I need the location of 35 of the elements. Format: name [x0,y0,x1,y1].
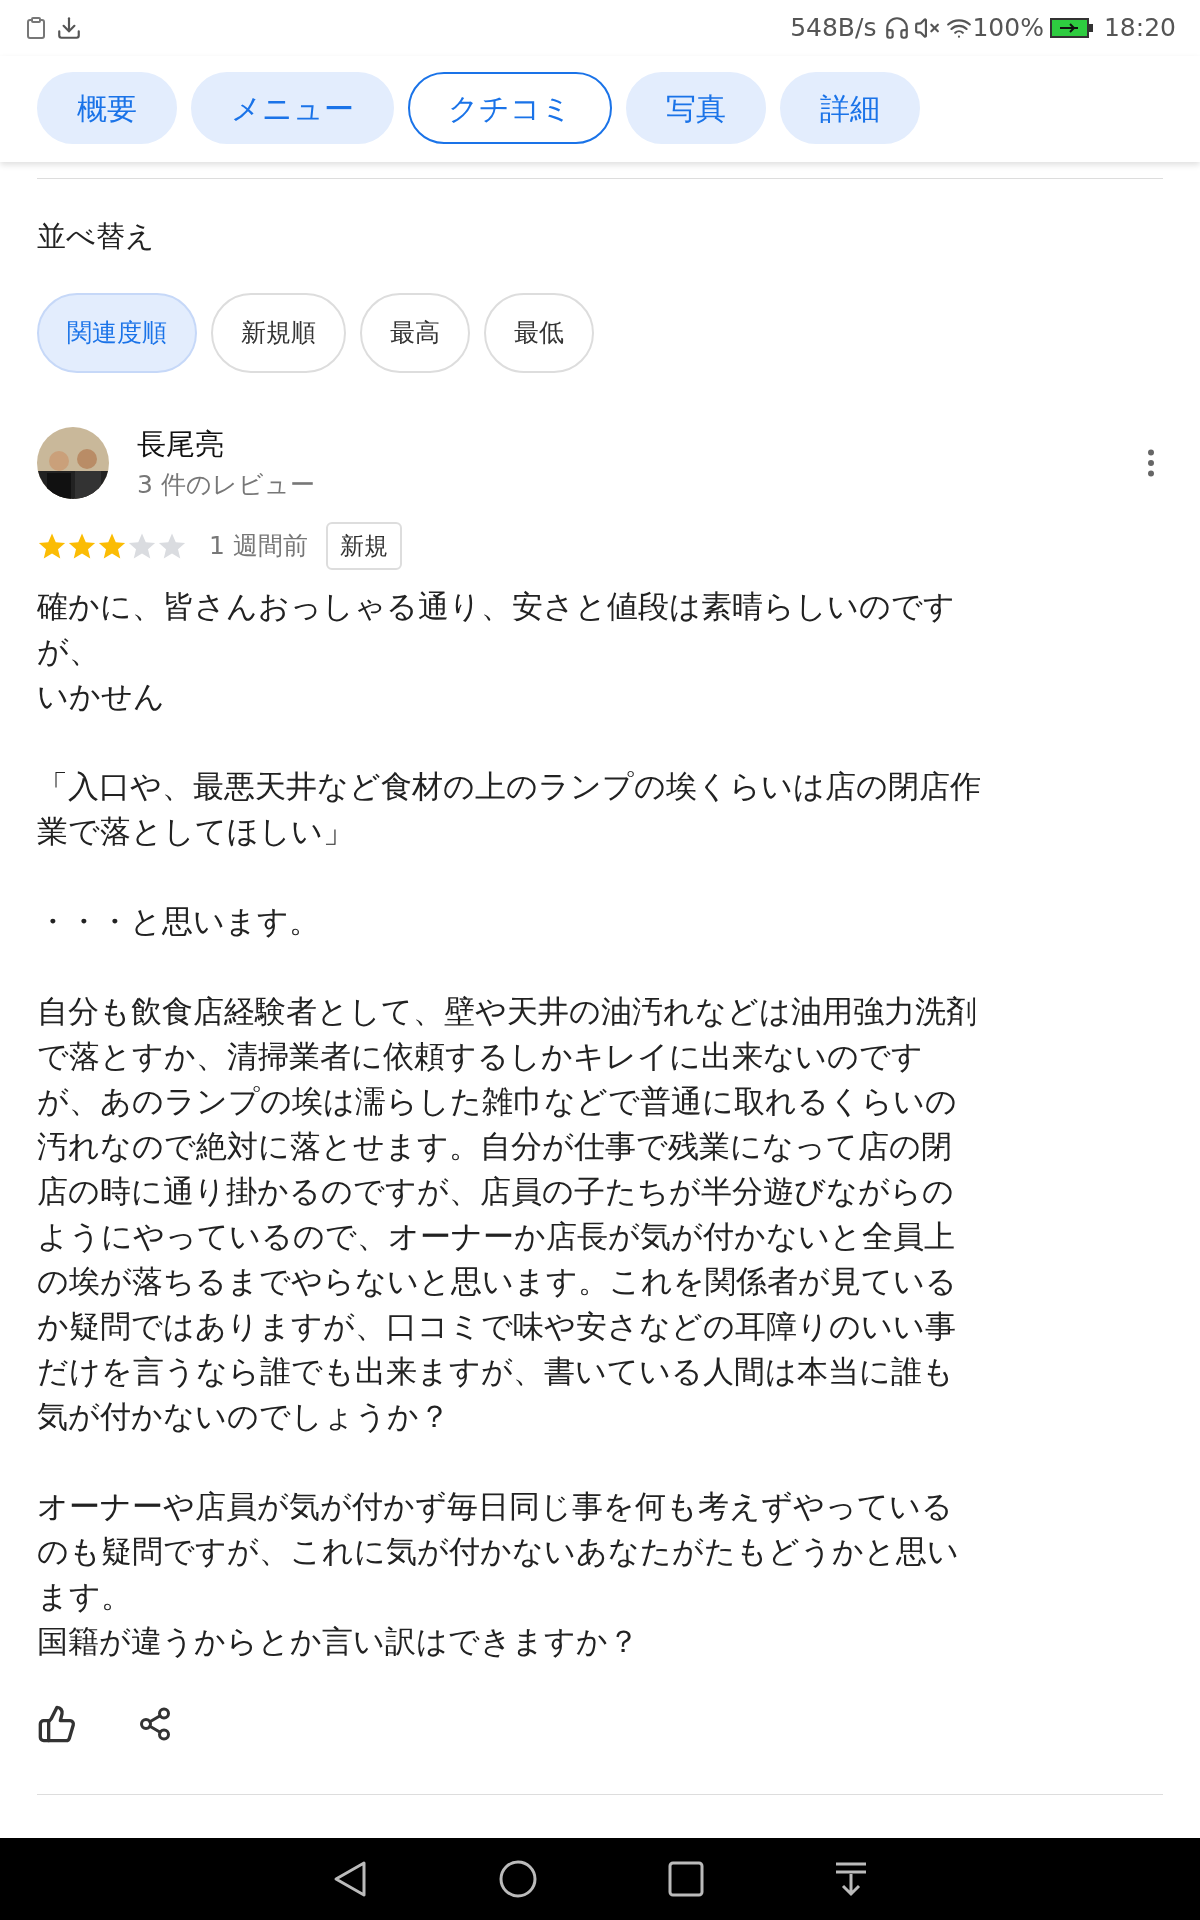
battery-percent: 100% [972,12,1044,45]
new-badge: 新規 [325,521,402,570]
review-text: 「入口や、最悪天井など食材の上のランプの埃くらいは店の閉店作業で落としてほしい」 [37,766,982,851]
home-icon[interactable] [498,1859,538,1899]
sort-chip[interactable]: 関連度順 [37,292,197,373]
tab[interactable]: 詳細 [780,72,920,144]
clock: 18:20 [1103,12,1176,45]
share-icon[interactable] [137,1705,173,1742]
tab[interactable]: 写真 [626,72,766,144]
sort-chip[interactable]: 新規順 [211,292,346,373]
network-speed: 548B/s [790,12,877,45]
muted-speaker-icon [914,15,941,41]
review-text: 自分も飲食店経験者として、壁や天井の油汚れなどは油用強力洗剤で落とすか、清掃業者に依頼するしかキレイに出来ないのですが、あのランプの埃は濡らした雑巾などで普通に取れるくらいの汚れなので絶対に落とせます。自分が仕事で残業になって店の閉店の時に通り掛かるのですが、店員の子たちが半分遊びながらのようにやっているので、オーナーか店長が気が付かないと全員上の埃が落ちるまでやらないと思います。これを関係者が見ているか疑問ではありますが、口コミで味や安さなどの耳障りのいい事だけを言うなら誰でも出来ますが、書いている人間は本当に誰も気が付かないのでしょうか？ [37,991,978,1436]
reviewer-name: 長尾亮 [137,425,225,463]
review-text: 国籍が違うからとか言い訳はできますか？ [37,1621,640,1661]
sort-chip[interactable]: 最低 [484,292,594,373]
review-text: オーナーや店員が気が付かず毎日同じ事を何も考えずやっているのも疑問ですが、これに気が付かないあなたがたもどうかと思います。 [37,1486,960,1616]
tab[interactable]: クチコミ [408,72,612,144]
battery-icon [1049,17,1094,39]
sort-heading: 並べ替え [37,218,156,255]
back-icon[interactable] [332,1859,368,1899]
review-text: いかせん [37,676,166,716]
clipboard-icon [24,16,48,40]
review-time: 1 週間前 [209,529,308,562]
headphones-icon [884,15,911,41]
review-count: 3 件のレビュー [137,469,316,501]
sort-chip[interactable]: 最高 [360,292,470,373]
recents-icon[interactable] [668,1861,704,1897]
tab[interactable]: 概要 [37,72,177,144]
review-text: 確かに、皆さんおっしゃる通り、安さと値段は素晴らしいのですが、 [37,586,956,671]
download-icon [56,15,82,41]
thumbs-up-icon[interactable] [37,1703,77,1744]
tab[interactable]: メニュー [191,72,394,144]
review-text: ・・・と思います。 [37,901,321,941]
notification-pull-icon[interactable] [834,1861,868,1897]
